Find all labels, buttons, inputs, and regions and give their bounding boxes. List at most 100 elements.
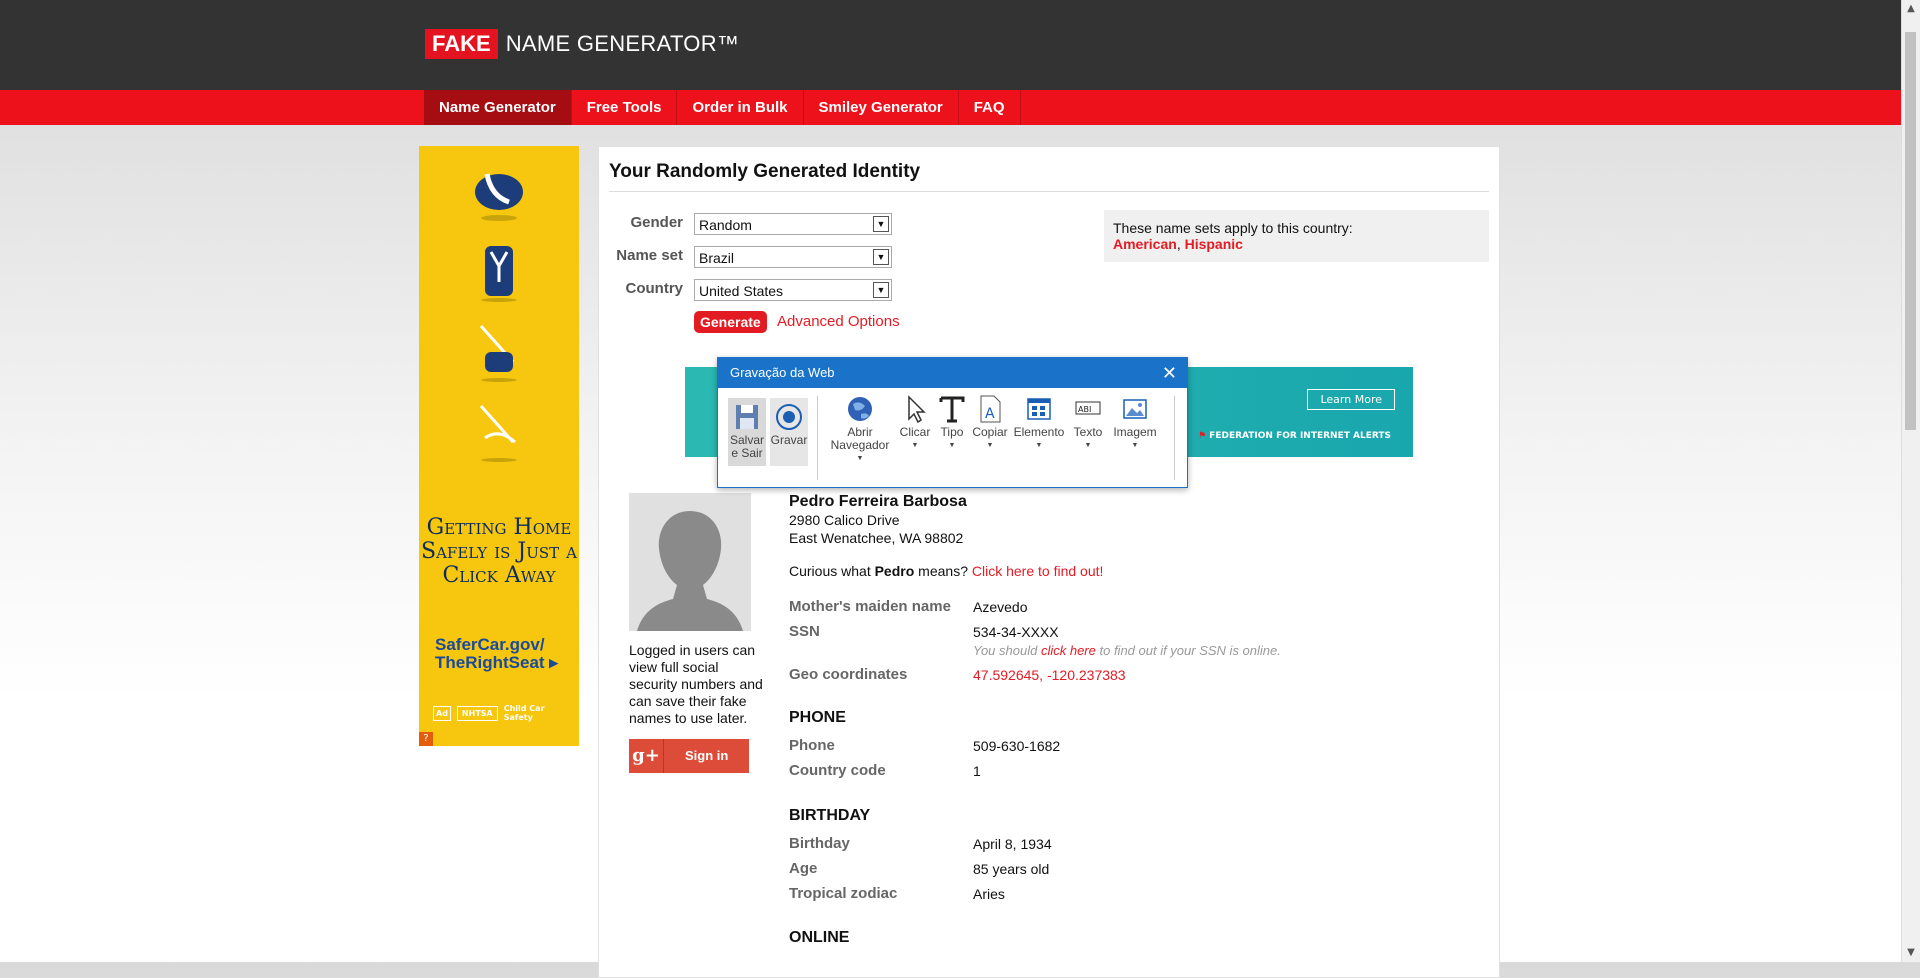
record-label: Gravar xyxy=(770,433,808,447)
text-type-icon xyxy=(939,396,965,423)
chevron-down-icon: ▼ xyxy=(1035,442,1043,449)
booster-seat-icon xyxy=(481,246,517,302)
ad-info-icon[interactable]: ? xyxy=(419,732,433,746)
image-button[interactable]: Imagem ▼ xyxy=(1110,394,1160,452)
toolbar-separator xyxy=(1174,396,1175,480)
nav-smiley-generator[interactable]: Smiley Generator xyxy=(804,90,959,125)
web-recording-titlebar[interactable]: Gravação da Web ✕ xyxy=(718,358,1187,388)
chevron-down-icon: ▼ xyxy=(873,249,889,265)
divider xyxy=(609,191,1489,192)
nav-faq[interactable]: FAQ xyxy=(959,90,1021,125)
seat-belt-icon xyxy=(479,405,517,462)
toolbar-separator xyxy=(817,396,818,480)
chevron-down-icon: ▼ xyxy=(1084,442,1092,449)
text-button[interactable]: ABI Texto ▼ xyxy=(1068,394,1108,452)
cursor-icon xyxy=(908,395,926,424)
name-meaning-link[interactable]: Click here to find out! xyxy=(972,563,1104,579)
copy-button[interactable]: A Copiar ▼ xyxy=(970,394,1010,452)
age-label: Age xyxy=(789,860,818,877)
image-icon xyxy=(1123,399,1147,419)
nav-free-tools[interactable]: Free Tools xyxy=(572,90,678,125)
svg-text:ABI: ABI xyxy=(1078,405,1091,414)
click-button[interactable]: Clicar ▼ xyxy=(896,394,934,452)
address-line-2: East Wenatchee, WA 98802 xyxy=(789,530,964,546)
address-line-1: 2980 Calico Drive xyxy=(789,512,900,528)
click-label: Clicar xyxy=(899,425,931,439)
name-meaning-mid: means? xyxy=(914,563,972,579)
maiden-name-value: Azevedo xyxy=(973,599,1028,615)
logo-name-generator: NAME GENERATOR™ xyxy=(505,31,740,56)
birthday-label: Birthday xyxy=(789,835,850,852)
learn-more-button[interactable]: Learn More xyxy=(1307,389,1395,410)
gender-select[interactable]: Random ▼ xyxy=(694,213,892,235)
chevron-down-icon: ▼ xyxy=(873,216,889,232)
image-label: Imagem xyxy=(1113,425,1157,439)
scroll-down-icon[interactable]: ▼ xyxy=(1902,944,1920,962)
web-recording-title: Gravação da Web xyxy=(730,365,835,380)
scroll-up-icon[interactable]: ▲ xyxy=(1902,0,1920,18)
maiden-name-label: Mother's maiden name xyxy=(789,598,951,615)
country-code-value: 1 xyxy=(973,763,981,779)
nameset-info-text: These name sets apply to this country: xyxy=(1113,220,1353,236)
chevron-down-icon: ▼ xyxy=(856,455,864,462)
geo-label: Geo coordinates xyxy=(789,666,908,683)
ad-url: SaferCar.gov/ TheRightSeat ▸ xyxy=(435,635,558,672)
text-field-icon: ABI xyxy=(1075,401,1101,415)
scroll-thumb[interactable] xyxy=(1905,32,1916,430)
gender-select-value: Random xyxy=(699,217,752,233)
main-nav: Name Generator Free Tools Order in Bulk … xyxy=(0,90,1902,125)
birthday-section-heading: BIRTHDAY xyxy=(789,807,871,824)
geo-coordinates-link[interactable]: 47.592645, -120.237383 xyxy=(973,667,1126,683)
chevron-down-icon: ▼ xyxy=(948,442,956,449)
open-browser-label: Abrir Navegador xyxy=(830,425,890,452)
ssn-value: 534-34-XXXX xyxy=(973,624,1059,640)
save-icon xyxy=(736,405,758,429)
nameset-hispanic-link[interactable]: Hispanic xyxy=(1185,236,1243,252)
ad-sponsor-logos: Ad NHTSA Child Car Safety xyxy=(433,702,569,724)
nameset-select[interactable]: Brazil ▼ xyxy=(694,246,892,268)
open-browser-button[interactable]: Abrir Navegador ▼ xyxy=(824,394,896,465)
ssn-hint-link[interactable]: click here xyxy=(1041,643,1096,658)
phone-label: Phone xyxy=(789,737,835,754)
web-recording-panel[interactable]: Gravação da Web ✕ Salvar e Sair Gravar A… xyxy=(717,357,1188,488)
ad-skyscraper[interactable]: Getting Home Safely is Just a Click Away… xyxy=(419,146,579,746)
chevron-down-icon: ▼ xyxy=(873,282,889,298)
country-select[interactable]: United States ▼ xyxy=(694,279,892,301)
element-icon xyxy=(1027,398,1051,420)
login-promo-text: Logged in users can view full social sec… xyxy=(629,642,763,726)
name-meaning-line: Curious what Pedro means? Click here to … xyxy=(789,563,1103,579)
zodiac-value: Aries xyxy=(973,886,1005,902)
ssn-hint-prefix: You should xyxy=(973,643,1041,658)
close-icon[interactable]: ✕ xyxy=(1162,358,1177,388)
avatar xyxy=(629,493,751,631)
country-code-label: Country code xyxy=(789,762,886,779)
save-and-exit-button[interactable]: Salvar e Sair xyxy=(728,398,766,466)
country-label: Country xyxy=(625,280,684,297)
google-signin-button[interactable]: g+ Sign in xyxy=(629,739,749,773)
signin-label: Sign in xyxy=(685,748,729,763)
page-scrollbar[interactable]: ▲ ▼ xyxy=(1901,0,1920,962)
site-logo[interactable]: FAKE NAME GENERATOR™ xyxy=(425,29,739,59)
belt-positioning-seat-icon xyxy=(479,325,517,382)
type-button[interactable]: Tipo ▼ xyxy=(935,394,969,452)
nav-order-in-bulk[interactable]: Order in Bulk xyxy=(677,90,804,125)
main-content: Your Randomly Generated Identity Gender … xyxy=(598,146,1500,978)
nameset-select-value: Brazil xyxy=(699,250,735,266)
nav-name-generator[interactable]: Name Generator xyxy=(424,90,572,125)
element-button[interactable]: Elemento ▼ xyxy=(1011,394,1067,452)
ad-headline: Getting Home Safely is Just a Click Away xyxy=(421,515,577,588)
save-and-exit-label: Salvar e Sair xyxy=(729,433,764,460)
text-label: Texto xyxy=(1073,425,1103,439)
svg-text:A: A xyxy=(985,406,995,422)
birthday-value: April 8, 1934 xyxy=(973,836,1052,852)
nameset-american-link[interactable]: American xyxy=(1113,236,1177,252)
generate-button[interactable]: Generate xyxy=(694,311,767,333)
flag-icon: ⚑ xyxy=(1197,431,1207,441)
site-header: FAKE NAME GENERATOR™ xyxy=(0,0,1902,90)
record-button[interactable]: Gravar xyxy=(770,398,808,466)
nameset-info-box: These name sets apply to this country: A… xyxy=(1104,210,1489,262)
banner-sponsor-text: FEDERATION FOR INTERNET ALERTS xyxy=(1209,431,1391,441)
name-meaning-prefix: Curious what xyxy=(789,563,875,579)
identity-name: Pedro Ferreira Barbosa xyxy=(789,493,967,510)
advanced-options-link[interactable]: Advanced Options xyxy=(777,313,900,330)
